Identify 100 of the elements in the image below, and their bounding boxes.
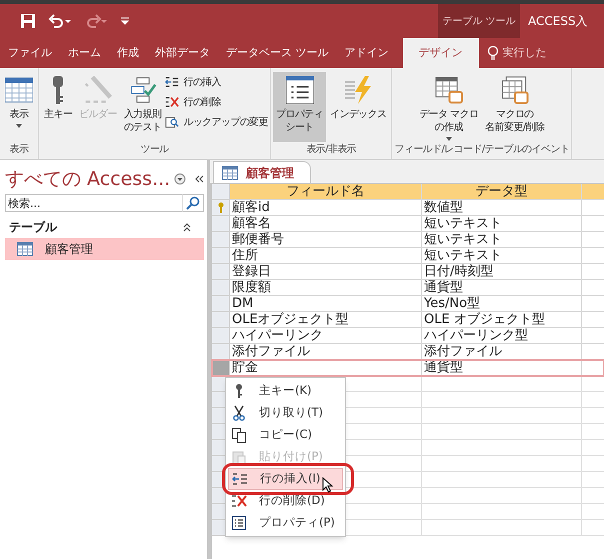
table-icon — [17, 242, 33, 256]
mouse-pointer-icon — [322, 477, 334, 493]
table-row[interactable]: 顧客id 数値型 — [212, 200, 604, 216]
empty-cell[interactable] — [422, 504, 582, 520]
context-tab-label: テーブル ツール — [438, 4, 520, 38]
row-selector[interactable] — [212, 200, 230, 216]
ribbon-button[interactable]: 入力規則 のテスト — [120, 72, 164, 142]
table-cell[interactable]: ハイパーリンク型 — [422, 328, 582, 344]
table-cell[interactable]: 通貨型 — [422, 280, 582, 296]
ribbon-button[interactable]: マクロの 名前変更/削除 — [482, 72, 548, 142]
table-cell[interactable]: 限度額 — [230, 280, 422, 296]
ribbon-small-button[interactable]: 行の挿入 — [165, 73, 268, 91]
empty-cell[interactable] — [422, 520, 582, 536]
menu-item[interactable]: 行の挿入(I) — [228, 468, 343, 490]
empty-cell[interactable] — [422, 392, 582, 408]
empty-cell[interactable] — [422, 408, 582, 424]
table-cell[interactable]: 登録日 — [230, 264, 422, 280]
table-cell[interactable]: 住所 — [230, 248, 422, 264]
table-cell[interactable]: 添付ファイル — [230, 344, 422, 360]
table-cell[interactable]: ハイパーリンク — [230, 328, 422, 344]
macro-stack-icon — [500, 76, 529, 104]
table-cell[interactable]: 短いテキスト — [422, 216, 582, 232]
undo-icon[interactable] — [48, 13, 72, 29]
ribbon-group-label: 表示/非表示 — [305, 143, 358, 157]
table-row[interactable]: 郵便番号 短いテキスト — [212, 232, 604, 248]
ribbon-tab[interactable]: ホーム — [60, 38, 109, 68]
table-cell[interactable]: 添付ファイル — [422, 344, 582, 360]
ribbon-group-label: 表示 — [8, 143, 30, 157]
table-row[interactable]: 限度額 通貨型 — [212, 280, 604, 296]
ribbon-button[interactable]: プロパティ シート — [273, 72, 326, 142]
table-cell[interactable]: 短いテキスト — [422, 232, 582, 248]
key-icon — [235, 383, 243, 399]
search-field[interactable]: 検索... — [5, 194, 182, 212]
menu-item[interactable]: 行の削除(D) — [228, 490, 343, 512]
ribbon-tab[interactable]: アドイン — [336, 38, 396, 68]
wand-icon — [84, 76, 112, 104]
copy-icon — [231, 427, 247, 443]
ribbon-button[interactable]: データ マクロ の作成 — [416, 72, 482, 142]
column-header[interactable]: フィールド名 — [230, 184, 422, 200]
customize-menu-icon[interactable] — [120, 16, 130, 26]
table-cell[interactable]: DM — [230, 296, 422, 312]
select-all-corner[interactable] — [212, 184, 230, 200]
insert-rows-icon — [165, 75, 180, 89]
ribbon-button[interactable]: 表示 — [2, 72, 36, 142]
ribbon-tab[interactable]: ファイル — [0, 38, 60, 68]
ribbon-tab[interactable]: データベース ツール — [218, 38, 336, 68]
ribbon-group-label: ツール — [139, 143, 170, 157]
menu-item[interactable]: 切り取り(T) — [228, 402, 343, 424]
table-row[interactable]: 登録日 日付/時刻型 — [212, 264, 604, 280]
ribbon-tab[interactable]: 作成 — [109, 38, 147, 68]
nav-item[interactable]: 顧客管理 — [5, 238, 204, 260]
table-cell[interactable]: 数値型 — [422, 200, 582, 216]
nav-section-header[interactable]: テーブル — [9, 218, 57, 236]
tell-me-text[interactable]: 実行した — [502, 44, 546, 62]
empty-cell[interactable] — [422, 456, 582, 472]
search-icon — [186, 196, 200, 210]
document-tab[interactable]: 顧客管理 — [213, 161, 311, 183]
table-cell[interactable]: Yes/No型 — [422, 296, 582, 312]
table-row[interactable]: OLEオブジェクト型 OLE オブジェクト型 — [212, 312, 604, 328]
empty-cell[interactable] — [422, 376, 582, 392]
search-button[interactable] — [182, 194, 204, 212]
table-cell[interactable]: 短いテキスト — [422, 248, 582, 264]
window-title: ACCESS入 — [527, 13, 588, 30]
table-row[interactable]: 住所 短いテキスト — [212, 248, 604, 264]
table-row[interactable]: 顧客名 短いテキスト — [212, 216, 604, 232]
table-row[interactable]: ハイパーリンク ハイパーリンク型 — [212, 328, 604, 344]
table-cell[interactable]: OLE オブジェクト型 — [422, 312, 582, 328]
table-row[interactable]: DM Yes/No型 — [212, 296, 604, 312]
ribbon-small-button[interactable]: ルックアップの変更 — [165, 113, 268, 131]
empty-cell[interactable] — [422, 472, 582, 488]
ribbon-small-button[interactable]: 行の削除 — [165, 93, 268, 111]
menu-item[interactable]: プロパティ(P) — [228, 512, 343, 534]
delete-rows-icon — [231, 493, 247, 509]
redo-icon[interactable] — [84, 13, 108, 29]
save-icon[interactable] — [20, 13, 36, 29]
menu-item[interactable]: コピー(C) — [228, 424, 343, 446]
table-cell[interactable]: 貯金 — [230, 360, 422, 376]
column-header[interactable]: データ型 — [422, 184, 582, 200]
ribbon-tab[interactable]: デザイン — [402, 38, 478, 68]
collapse-icon[interactable] — [194, 174, 204, 184]
table-icon — [222, 166, 238, 180]
table-cell[interactable]: 顧客id — [230, 200, 422, 216]
lightbulb-icon — [486, 45, 498, 61]
key-icon — [216, 202, 224, 214]
table-cell[interactable]: 顧客名 — [230, 216, 422, 232]
table-row[interactable]: 添付ファイル 添付ファイル — [212, 344, 604, 360]
ribbon-button[interactable]: インデックス — [327, 72, 390, 142]
ribbon-button[interactable]: 主キー — [41, 72, 76, 142]
property-sheet-icon — [286, 76, 314, 104]
table-view-icon — [5, 76, 33, 104]
dropdown-circle-icon[interactable] — [174, 173, 186, 185]
table-cell[interactable]: OLEオブジェクト型 — [230, 312, 422, 328]
table-cell[interactable]: 日付/時刻型 — [422, 264, 582, 280]
menu-item[interactable]: 主キー(K) — [228, 380, 343, 402]
collapse-up-icon[interactable] — [182, 222, 192, 232]
empty-cell[interactable] — [422, 424, 582, 440]
ribbon-tab[interactable]: 外部データ — [147, 38, 218, 68]
empty-cell[interactable] — [422, 488, 582, 504]
empty-cell[interactable] — [422, 440, 582, 456]
table-cell[interactable]: 郵便番号 — [230, 232, 422, 248]
